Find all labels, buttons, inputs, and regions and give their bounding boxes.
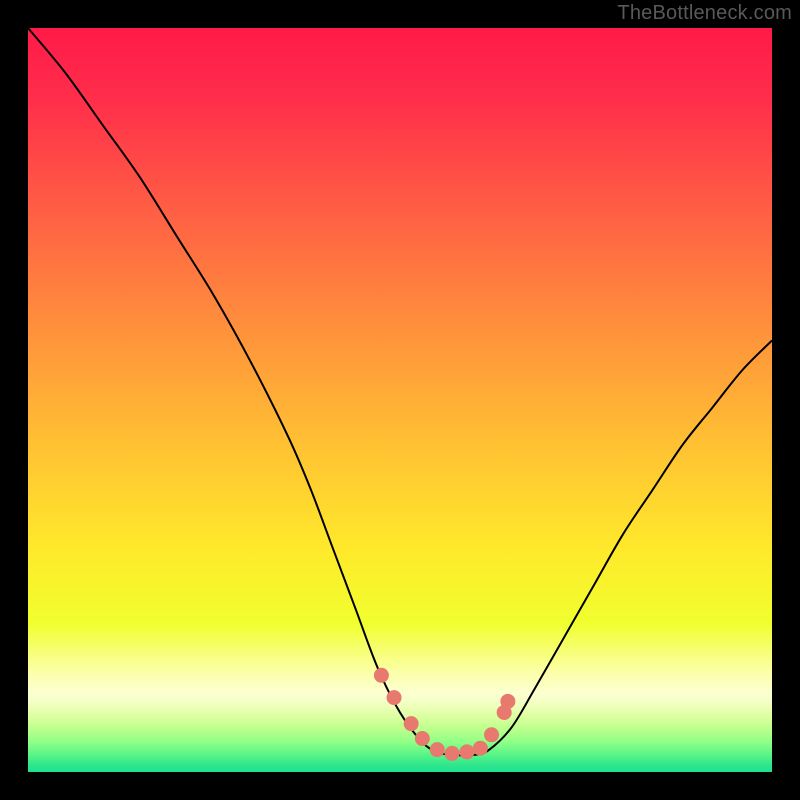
marker-point — [387, 691, 401, 705]
marker-point — [501, 694, 515, 708]
marker-point — [460, 745, 474, 759]
marker-point — [404, 717, 418, 731]
marker-point — [485, 728, 499, 742]
marker-point — [430, 743, 444, 757]
chart-frame: TheBottleneck.com — [0, 0, 800, 800]
marker-point — [473, 741, 487, 755]
chart-svg — [28, 28, 772, 772]
gradient-background — [28, 28, 772, 772]
marker-point — [445, 746, 459, 760]
watermark-text: TheBottleneck.com — [617, 2, 792, 25]
plot-area — [28, 28, 772, 772]
marker-point — [415, 732, 429, 746]
marker-point — [374, 668, 388, 682]
